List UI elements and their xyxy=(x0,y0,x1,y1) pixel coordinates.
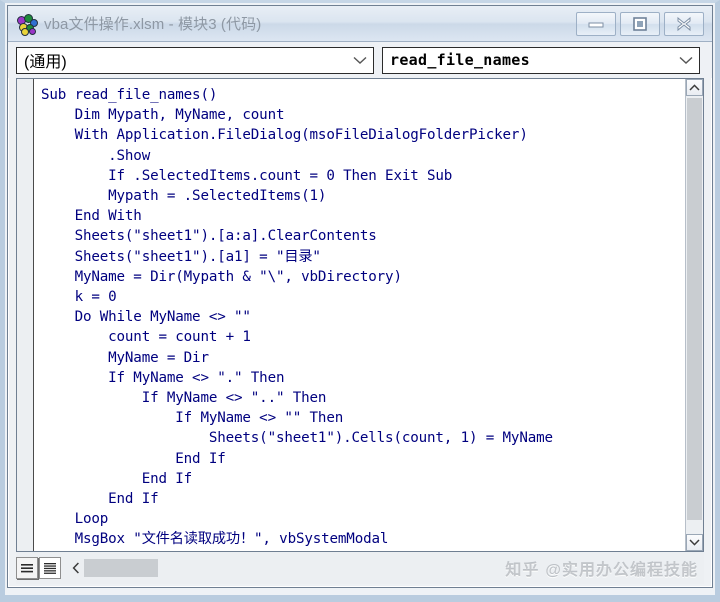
horizontal-scroll-thumb[interactable] xyxy=(84,559,158,577)
close-button[interactable] xyxy=(664,11,704,36)
full-module-view-button[interactable] xyxy=(39,557,61,579)
scroll-up-arrow-icon[interactable] xyxy=(686,79,703,96)
full-module-view-icon xyxy=(44,563,56,574)
scroll-down-arrow-icon[interactable] xyxy=(686,534,703,551)
restore-button[interactable] xyxy=(620,11,660,36)
vbe-code-window-screenshot: vba文件操作.xlsm - 模块3 (代码) (通用) read_file_n… xyxy=(0,0,720,602)
vba-module-icon xyxy=(16,13,38,36)
code-pane-status-bar: 知乎 @实用办公编程技能 xyxy=(16,552,704,584)
minimize-button[interactable] xyxy=(576,11,616,36)
object-dropdown-value: (通用) xyxy=(24,54,67,71)
horizontal-scrollbar[interactable] xyxy=(67,557,704,579)
procedure-view-button[interactable] xyxy=(16,557,38,579)
code-text[interactable]: Sub read_file_names() Dim Mypath, MyName… xyxy=(34,79,685,551)
title-bar[interactable]: vba文件操作.xlsm - 模块3 (代码) xyxy=(8,6,712,42)
procedure-view-icon xyxy=(21,564,33,573)
code-margin-indicator-bar xyxy=(17,79,34,551)
code-editor[interactable]: Sub read_file_names() Dim Mypath, MyName… xyxy=(16,78,704,552)
procedure-dropdown[interactable]: read_file_names xyxy=(382,46,700,74)
object-dropdown[interactable]: (通用) xyxy=(16,46,374,74)
chevron-down-icon[interactable] xyxy=(673,48,699,73)
chevron-left-icon[interactable] xyxy=(67,557,84,579)
module-code-window: vba文件操作.xlsm - 模块3 (代码) (通用) read_file_n… xyxy=(7,5,713,588)
window-title: vba文件操作.xlsm - 模块3 (代码) xyxy=(44,16,262,33)
vertical-scroll-thumb[interactable] xyxy=(687,98,702,520)
horizontal-scroll-track[interactable] xyxy=(84,557,704,579)
procedure-dropdown-value: read_file_names xyxy=(390,51,530,69)
chevron-down-icon[interactable] xyxy=(347,48,373,73)
vertical-scroll-track[interactable] xyxy=(686,96,703,534)
window-controls xyxy=(576,11,704,36)
code-pane-toolbar: (通用) read_file_names xyxy=(8,42,712,78)
vertical-scrollbar[interactable] xyxy=(685,79,703,551)
